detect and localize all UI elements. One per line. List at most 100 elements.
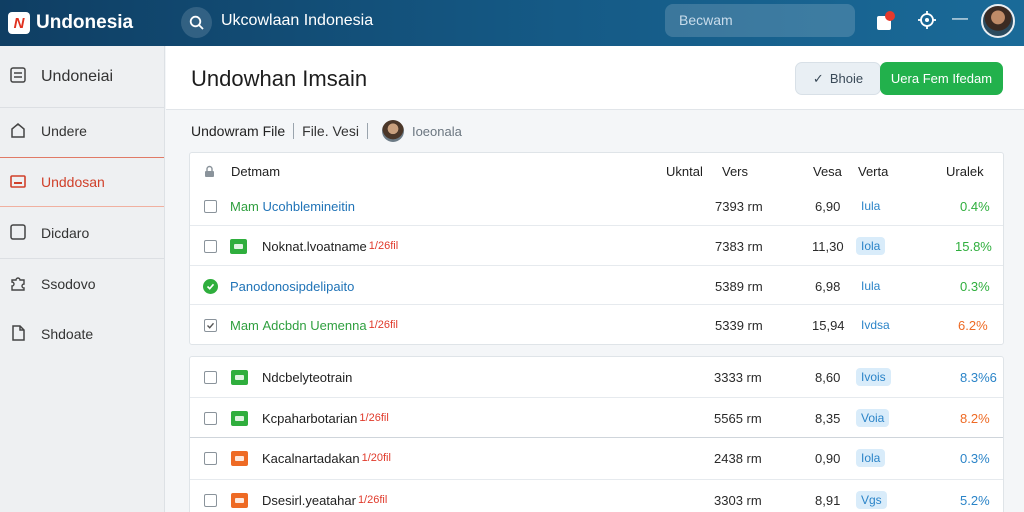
- document-icon: [9, 324, 27, 345]
- notification-icon[interactable]: [876, 11, 896, 32]
- avatar[interactable]: [381, 120, 404, 142]
- row-checkbox[interactable]: [204, 493, 217, 507]
- file-table: Detmam Ukntal Vers Vesa Verta Uralek Mam…: [189, 152, 1004, 345]
- column-header[interactable]: Verta: [858, 151, 888, 191]
- row-checkbox-checked[interactable]: [204, 318, 217, 332]
- sidebar-item-label: Dicdaro: [41, 225, 90, 241]
- status-badge: Voia: [856, 409, 890, 427]
- puzzle-icon: [9, 274, 27, 295]
- row-checkbox[interactable]: [204, 239, 217, 253]
- column-header[interactable]: Uralek: [946, 151, 984, 191]
- share-button-label: Bhoie: [829, 71, 864, 86]
- row-tag: 1/26fil: [357, 494, 388, 506]
- avatar[interactable]: [981, 4, 1015, 38]
- table-row[interactable]: Kcpaharbotarian 1/26fil 5565 rm 8,35 Voia…: [190, 397, 1003, 437]
- row-tag: 1/26fil: [368, 240, 399, 252]
- column-header[interactable]: Detmam: [231, 151, 280, 191]
- sidebar: Undoneiai Undere Unddosan Dicdaro Ssodov…: [0, 46, 165, 512]
- row-value: 6,98: [815, 278, 841, 294]
- home-icon: [9, 121, 27, 142]
- share-button[interactable]: ✓ Bhoie: [795, 62, 881, 95]
- presentation-icon: [231, 450, 248, 466]
- minus-icon[interactable]: —: [952, 10, 968, 28]
- sidebar-item-label: Ssodovo: [41, 276, 96, 292]
- list-icon: [9, 66, 27, 89]
- breadcrumb-separator: [293, 123, 295, 139]
- gear-icon[interactable]: [917, 10, 937, 35]
- row-percent: 5.2%: [960, 492, 990, 508]
- presentation-icon: [231, 492, 248, 508]
- row-checkbox[interactable]: [204, 370, 217, 384]
- status-badge: Iula: [861, 199, 881, 213]
- table-row[interactable]: Panodonosipdelipaito 5389 rm 6,98 Iula 0…: [190, 265, 1003, 305]
- status-badge: Ivois: [856, 368, 891, 386]
- square-icon: [9, 223, 27, 244]
- column-header[interactable]: Ukntal: [666, 151, 703, 191]
- image-icon: [9, 172, 27, 193]
- table-row[interactable]: Dsesirl.yeatahar 1/26fil 3303 rm 8,91 Vgs…: [190, 479, 1003, 512]
- row-value: 11,30: [812, 238, 844, 254]
- spreadsheet-icon: [231, 410, 248, 426]
- row-size: 5565 rm: [714, 410, 762, 426]
- page-header: Undowhan Imsain ✓ Bhoie Uera Fem Ifedam: [166, 46, 1024, 110]
- check-circle-icon[interactable]: [203, 278, 218, 294]
- row-size: 5339 rm: [715, 317, 763, 333]
- row-checkbox[interactable]: [204, 451, 217, 465]
- table-row[interactable]: Mam Ucohblemineitin 7393 rm 6,90 Iula 0.…: [190, 186, 1003, 226]
- sidebar-item-0[interactable]: Undoneiai: [0, 52, 164, 102]
- sidebar-item-4[interactable]: Ssodovo: [0, 259, 164, 309]
- row-name[interactable]: Noknat.lvoatname: [262, 239, 367, 254]
- row-name[interactable]: Ucohblemineitin: [263, 199, 356, 214]
- status-badge: Ivdsa: [861, 318, 890, 332]
- spreadsheet-icon: [230, 238, 247, 254]
- top-bar: N Undonesia Ukcowlaan Indonesia Becwam —: [0, 0, 1024, 46]
- status-badge: Iola: [856, 237, 886, 255]
- status-badge: Iola: [856, 449, 886, 467]
- row-value: 6,90: [815, 198, 841, 214]
- row-checkbox[interactable]: [204, 199, 217, 213]
- spreadsheet-icon: [231, 369, 248, 385]
- row-percent: 8.2%: [960, 410, 990, 426]
- row-name[interactable]: Ndcbelyteotrain: [262, 357, 352, 397]
- column-header[interactable]: Vesa: [813, 151, 842, 191]
- row-value: 8,60: [815, 369, 841, 385]
- breadcrumb-item[interactable]: Undowram File: [191, 123, 285, 139]
- brand[interactable]: N Undonesia: [0, 0, 165, 46]
- top-search-input[interactable]: Becwam: [665, 4, 855, 37]
- sidebar-item-2[interactable]: Unddosan: [0, 157, 164, 207]
- row-name[interactable]: Adcbdn Uemenna: [263, 318, 367, 333]
- row-value: 8,91: [815, 492, 841, 508]
- row-name[interactable]: Panodonosipdelipaito: [230, 266, 354, 306]
- lock-icon: [203, 151, 216, 191]
- sidebar-item-label: Undoneiai: [41, 68, 114, 85]
- primary-action-button[interactable]: Uera Fem Ifedam: [880, 62, 1003, 95]
- brand-logo: N: [8, 12, 30, 34]
- row-name[interactable]: Kacalnartadakan: [262, 451, 360, 466]
- table-row[interactable]: Kacalnartadakan 1/20fil 2438 rm 0,90 Iola…: [190, 437, 1003, 477]
- breadcrumb-item[interactable]: File. Vesi: [302, 123, 359, 139]
- row-checkbox[interactable]: [204, 411, 217, 425]
- sidebar-item-1[interactable]: Undere: [0, 106, 164, 156]
- sidebar-item-label: Unddosan: [41, 174, 105, 190]
- row-tag: 1/20fil: [361, 452, 391, 464]
- row-name[interactable]: Kcpaharbotarian: [262, 411, 357, 426]
- breadcrumb-item[interactable]: Ioeonala: [412, 124, 462, 139]
- sidebar-item-3[interactable]: Dicdaro: [0, 208, 164, 258]
- row-name[interactable]: Dsesirl.yeatahar: [262, 493, 356, 508]
- row-value: 0,90: [815, 450, 841, 466]
- file-table-secondary: Ndcbelyteotrain 3333 rm 8,60 Ivois 8.3%6…: [189, 356, 1004, 512]
- sidebar-item-5[interactable]: Shdoate: [0, 309, 164, 359]
- row-size: 3333 rm: [714, 369, 762, 385]
- topbar-title: Ukcowlaan Indonesia: [221, 12, 374, 29]
- table-row[interactable]: Mam Adcbdn Uemenna 1/26fil 5339 rm 15,94 …: [190, 304, 1003, 344]
- table-row[interactable]: Noknat.lvoatname 1/26fil 7383 rm 11,30 Io…: [190, 225, 1003, 265]
- status-badge: Iula: [861, 279, 881, 293]
- table-row[interactable]: Ndcbelyteotrain 3333 rm 8,60 Ivois 8.3%6: [190, 357, 1003, 397]
- search-icon[interactable]: [181, 7, 212, 38]
- row-percent: 0.3%: [960, 450, 990, 466]
- breadcrumb: Undowram File File. Vesi Ioeonala: [191, 118, 462, 144]
- row-prefix: Mam: [230, 198, 259, 214]
- row-size: 3303 rm: [714, 492, 762, 508]
- column-header[interactable]: Vers: [722, 151, 748, 191]
- row-percent: 6.2%: [958, 317, 988, 333]
